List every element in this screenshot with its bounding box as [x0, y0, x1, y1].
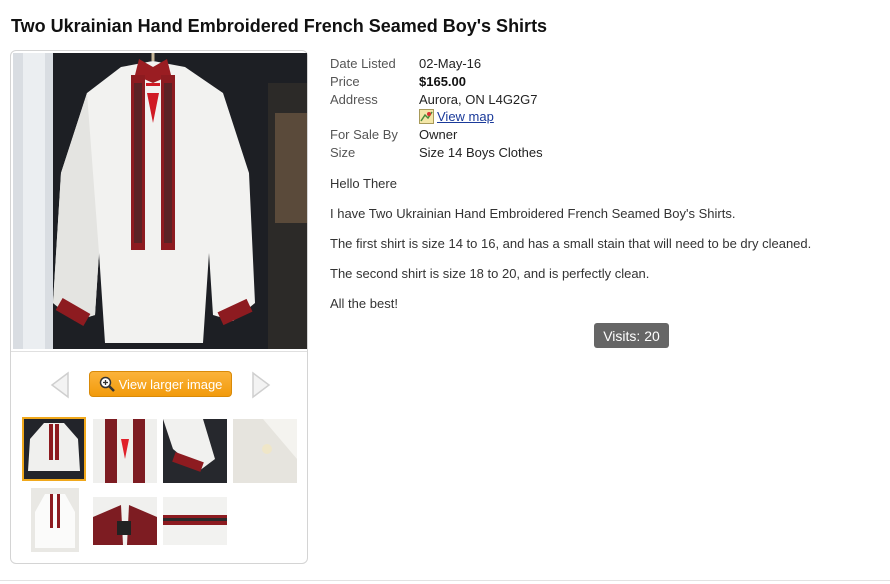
description-paragraph: The first shirt is size 14 to 16, and ha…	[330, 236, 812, 251]
thumbnail-2[interactable]	[93, 419, 157, 483]
page-divider	[0, 580, 890, 581]
view-larger-image-button[interactable]: View larger image	[89, 371, 232, 397]
description-paragraph: Hello There	[330, 176, 397, 191]
view-map-link[interactable]: View map	[419, 109, 494, 124]
date-listed-label: Date Listed	[330, 56, 396, 71]
for-sale-by-label: For Sale By	[330, 127, 398, 142]
address-label: Address	[330, 92, 378, 107]
size-value: Size 14 Boys Clothes	[419, 145, 543, 160]
image-gallery: View larger image	[10, 50, 308, 564]
view-map-text[interactable]: View map	[437, 109, 494, 124]
visits-badge: Visits: 20	[594, 323, 669, 348]
gallery-divider	[11, 351, 307, 352]
main-photo[interactable]	[13, 53, 307, 349]
price-value: $165.00	[419, 74, 466, 89]
for-sale-by-value: Owner	[419, 127, 458, 142]
previous-image-arrow-icon[interactable]	[48, 371, 72, 399]
thumbnail-6[interactable]	[93, 497, 157, 545]
thumbnail-1[interactable]	[22, 417, 86, 481]
view-larger-label: View larger image	[118, 376, 223, 392]
description-paragraph: The second shirt is size 18 to 20, and i…	[330, 266, 650, 281]
thumbnail-7[interactable]	[163, 497, 227, 545]
page-title: Two Ukrainian Hand Embroidered French Se…	[11, 16, 548, 36]
next-image-arrow-icon[interactable]	[249, 371, 273, 399]
size-label: Size	[330, 145, 356, 160]
thumbnail-5[interactable]	[31, 488, 79, 552]
description-paragraph: I have Two Ukrainian Hand Embroidered Fr…	[330, 206, 736, 221]
thumbnail-3[interactable]	[163, 419, 227, 483]
map-icon	[419, 109, 434, 124]
address-value: Aurora, ON L4G2G7	[419, 92, 538, 107]
thumbnail-4[interactable]	[233, 419, 297, 483]
zoom-icon	[99, 376, 115, 392]
description-paragraph: All the best!	[330, 296, 398, 311]
date-listed-value: 02-May-16	[419, 56, 482, 71]
price-label: Price	[330, 74, 360, 89]
